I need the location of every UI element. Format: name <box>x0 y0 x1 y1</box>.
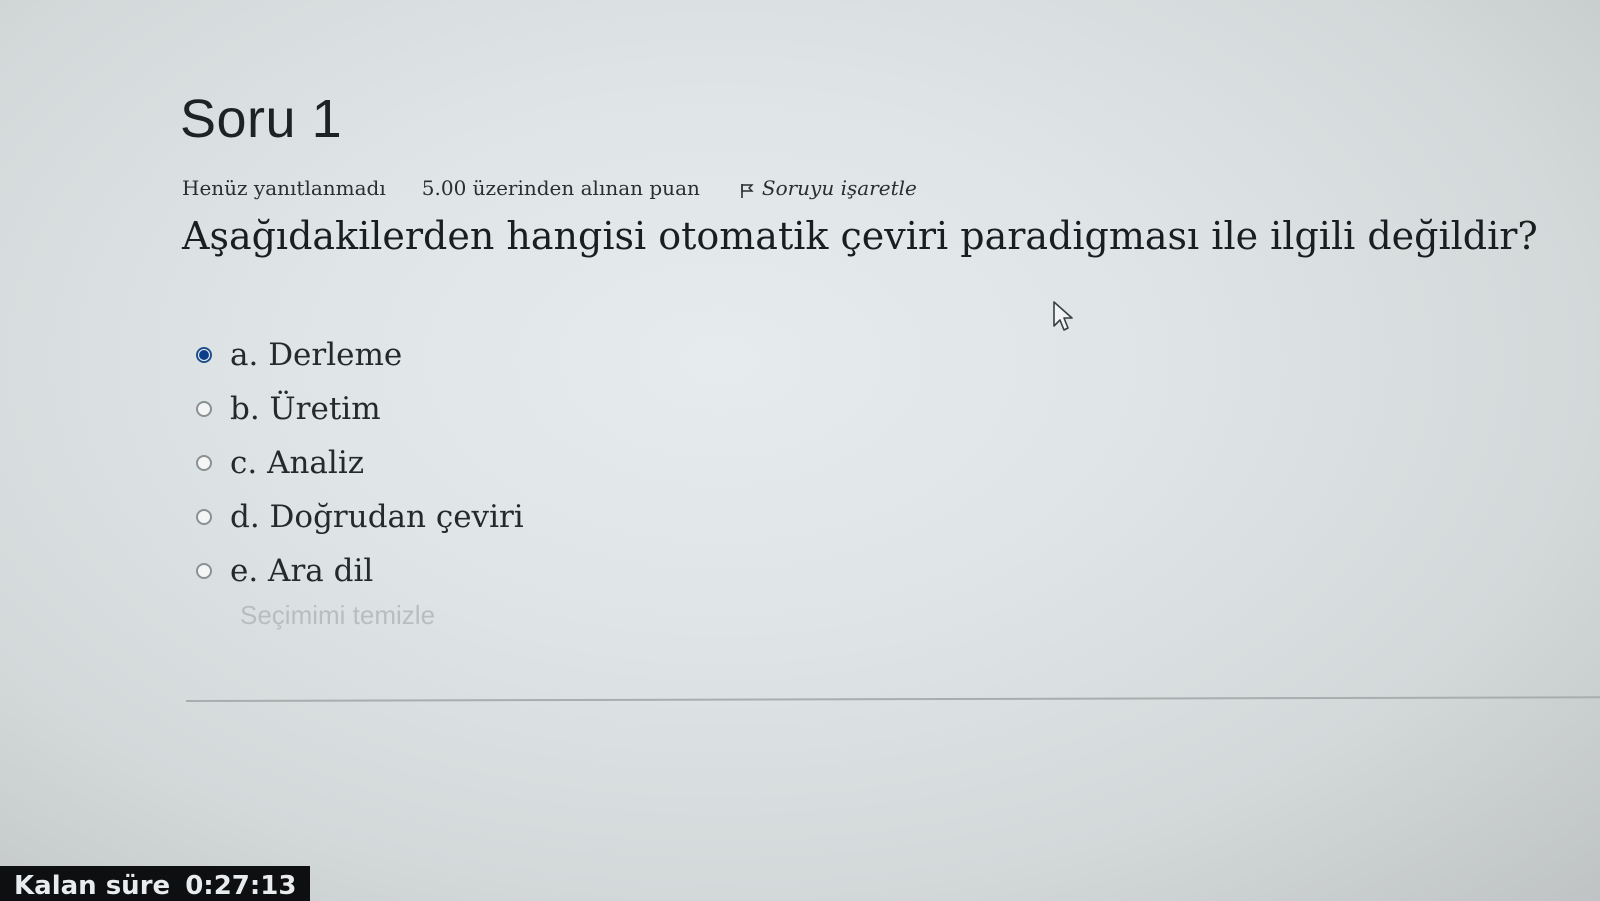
flag-question-label: Soruyu işaretle <box>761 176 917 200</box>
answer-option-d[interactable]: d. Doğrudan çeviri <box>196 490 524 544</box>
remaining-time-label: Kalan süre <box>14 871 171 901</box>
answer-radio-e[interactable] <box>196 563 212 579</box>
answer-label-b: b. Üretim <box>230 391 381 427</box>
remaining-time-value: 0:27:13 <box>185 871 297 901</box>
answer-radio-a[interactable] <box>196 347 212 363</box>
flag-icon <box>740 180 754 198</box>
answer-option-b[interactable]: b. Üretim <box>196 382 524 436</box>
question-text: Aşağıdakilerden hangisi otomatik çeviri … <box>182 214 1538 258</box>
flag-question-link[interactable]: Soruyu işaretle <box>740 176 917 200</box>
answer-label-d: d. Doğrudan çeviri <box>230 499 524 535</box>
question-grade: 5.00 üzerinden alınan puan <box>421 176 700 200</box>
answer-radio-d[interactable] <box>196 509 212 525</box>
answer-label-a: a. Derleme <box>230 337 403 373</box>
answer-option-e[interactable]: e. Ara dil <box>196 544 524 598</box>
answer-label-e: e. Ara dil <box>230 553 374 589</box>
section-divider <box>185 696 1600 702</box>
quiz-screen: Soru 1 Henüz yanıtlanmadı 5.00 üzerinden… <box>0 0 1600 901</box>
clear-selection-link[interactable]: Seçimimi temizle <box>240 600 435 631</box>
answer-label-c: c. Analiz <box>230 445 365 481</box>
answer-radio-c[interactable] <box>196 455 212 471</box>
answer-radio-b[interactable] <box>196 401 212 417</box>
remaining-time-box: Kalan süre 0:27:13 <box>0 866 310 901</box>
answer-option-a[interactable]: a. Derleme <box>196 328 524 382</box>
mouse-pointer-icon <box>1053 301 1073 331</box>
question-info: Henüz yanıtlanmadı 5.00 üzerinden alınan… <box>182 176 917 200</box>
question-title: Soru 1 <box>180 89 343 149</box>
question-status: Henüz yanıtlanmadı <box>182 176 386 200</box>
answer-options: a. Derleme b. Üretim c. Analiz d. Doğrud… <box>196 328 524 598</box>
answer-option-c[interactable]: c. Analiz <box>196 436 524 490</box>
